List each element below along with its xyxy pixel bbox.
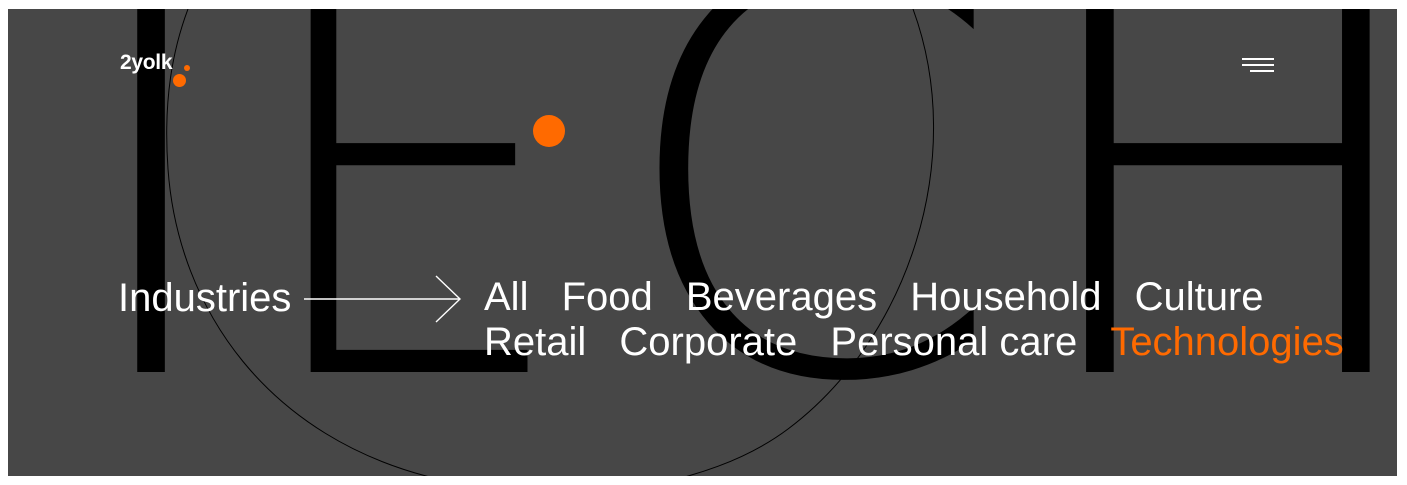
background-letter-e: E [248,9,574,476]
industry-filter-retail[interactable]: Retail [484,320,586,365]
industry-filter-household[interactable]: Household [910,275,1101,320]
industries-label: Industries [118,276,292,320]
logo-dot-icon [173,74,186,87]
industry-filter-food[interactable]: Food [562,275,653,320]
industry-filter-technologies[interactable]: Technologies [1110,320,1344,365]
menu-bar [1242,58,1274,60]
industry-filter-beverages[interactable]: Beverages [686,275,877,320]
industry-filter-culture[interactable]: Culture [1135,275,1264,320]
industry-filter-personal-care[interactable]: Personal care [830,320,1077,365]
menu-bar [1250,70,1274,72]
industry-filter-row: All Food Beverages Household Culture [484,275,1384,320]
menu-bar [1242,64,1274,66]
industry-filter-row: Retail Corporate Personal care Technolog… [484,320,1384,365]
background-letter-h: H [1018,9,1397,476]
background-letter-c: C [613,9,1005,476]
logo-dot-small-icon [184,65,190,71]
hamburger-menu-icon[interactable] [1238,55,1274,77]
hero-section: T E C H 2yolk Industries All Food Bevera… [8,9,1397,476]
industry-filter-corporate[interactable]: Corporate [619,320,797,365]
industry-filter-all[interactable]: All [484,275,528,320]
long-arrow-right-icon [304,275,462,323]
industry-filter-list: All Food Beverages Household Culture Ret… [484,275,1384,365]
logo[interactable]: 2yolk [120,51,173,75]
accent-dot [533,115,565,147]
